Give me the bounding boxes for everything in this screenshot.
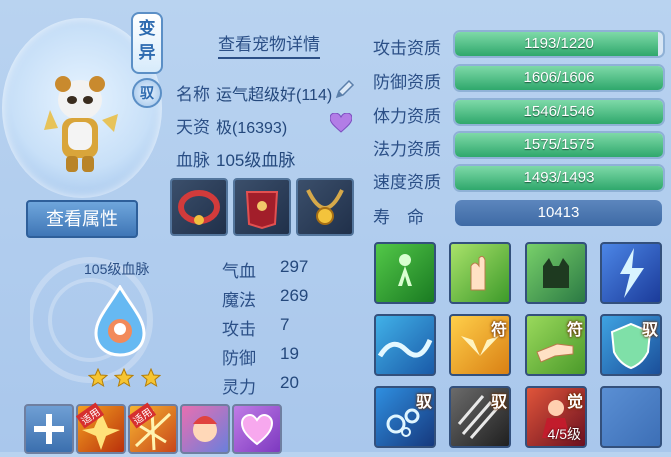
skill-slot-5[interactable] <box>374 314 436 376</box>
stat-value: 7 <box>280 315 290 334</box>
stat-value: 20 <box>280 373 299 392</box>
aptitude-bar-speed: 1493/1493 <box>453 164 665 192</box>
stat-row-mp: 魔法 269 <box>222 286 332 315</box>
aptitude-label: 法力资质 <box>373 140 441 159</box>
skill-slot-12[interactable] <box>600 386 662 448</box>
add-plus-icon <box>34 414 64 444</box>
skill-slot-2[interactable] <box>449 242 511 304</box>
rune-slot-4[interactable] <box>232 404 282 454</box>
stat-row-spirit: 灵力 20 <box>222 373 332 402</box>
aptitude-value: 1493/1493 <box>523 169 595 186</box>
name-value: 运气超级好(114) <box>216 87 333 104</box>
skill-tag: 符 <box>566 322 583 339</box>
stat-label: 防御 <box>222 349 256 368</box>
stat-row-defense: 防御 19 <box>222 344 332 373</box>
skill-tag: 驭 <box>415 394 432 411</box>
aptitude-value: 1193/1220 <box>524 35 594 52</box>
stat-value: 269 <box>280 286 309 305</box>
lightning-icon <box>620 248 644 298</box>
stat-value: 297 <box>280 257 309 276</box>
aptitude-value: 1575/1575 <box>523 136 595 153</box>
mutation-badge-text: 变异 <box>138 19 156 62</box>
equip-slot-2[interactable] <box>233 178 291 236</box>
pet-portrait-icon <box>193 416 217 442</box>
empty-slot-icon <box>602 388 660 446</box>
equip-slot-1[interactable] <box>170 178 228 236</box>
pet-detail-link[interactable]: 查看宠物详情 <box>218 30 320 59</box>
name-label: 名称 <box>176 85 210 104</box>
shadow-cat-icon <box>543 258 569 288</box>
stat-label: 灵力 <box>222 378 256 397</box>
aptitude-label: 防御资质 <box>373 73 441 92</box>
rune-slot-1[interactable]: 适用 <box>75 402 126 454</box>
skill-slot-10[interactable]: 驭 <box>449 386 511 448</box>
green-figure-icon <box>398 254 412 286</box>
aptitude-bar-stamina: 1546/1546 <box>453 98 665 126</box>
bloodline-drop-icon <box>94 285 146 357</box>
skill-tag: 驭 <box>641 322 658 339</box>
star-icon <box>114 367 135 388</box>
skill-slot-3[interactable] <box>525 242 587 304</box>
aptitude-label: 速度资质 <box>373 173 441 192</box>
bloodline-caption: 105级血脉 <box>84 261 150 277</box>
edit-pencil-icon[interactable] <box>334 78 356 100</box>
heart-icon[interactable] <box>330 113 352 133</box>
lifespan-value: 10413 <box>455 200 662 226</box>
stat-label: 魔法 <box>222 291 256 310</box>
bloodline-label: 血脉 <box>176 151 210 170</box>
skill-tag: 符 <box>490 322 507 339</box>
stat-label: 气血 <box>222 262 256 281</box>
driver-badge: 驭 <box>132 78 162 108</box>
skill-slot-4[interactable] <box>600 242 662 304</box>
aptitude-label: 体力资质 <box>373 107 441 126</box>
skill-slot-11[interactable]: 觉 4/5级 <box>525 386 587 448</box>
view-attributes-button[interactable]: 查看属性 <box>26 200 138 238</box>
palm-strike-icon <box>470 255 486 291</box>
aptitude-value: 1606/1606 <box>523 69 595 86</box>
aptitude-label: 攻击资质 <box>373 39 441 58</box>
skill-slot-8[interactable]: 驭 <box>600 314 662 376</box>
heart-gem-icon <box>240 413 274 446</box>
red-armor-icon <box>245 191 279 230</box>
star-rating <box>87 367 162 393</box>
bloodline-value: 105级血脉 <box>216 151 296 170</box>
equip-slot-3[interactable] <box>296 178 354 236</box>
star-icon <box>140 367 162 388</box>
skill-level: 4/5级 <box>547 426 581 442</box>
mutation-badge: 变异 <box>131 12 163 74</box>
stat-row-hp: 气血 297 <box>222 257 332 286</box>
rune-slot-3[interactable] <box>180 404 230 454</box>
stat-row-attack: 攻击 7 <box>222 315 332 344</box>
skill-slot-9[interactable]: 驭 <box>374 386 436 448</box>
skill-slot-7[interactable]: 符 <box>525 314 587 376</box>
aptitude-bar-magic: 1575/1575 <box>453 131 665 159</box>
rune-slot-2[interactable]: 适用 <box>127 402 178 454</box>
gold-necklace-icon <box>306 189 344 225</box>
skill-tag: 驭 <box>490 394 507 411</box>
skill-tag: 觉 <box>566 394 583 411</box>
aptitude-bar-attack: 1193/1220 <box>453 30 665 58</box>
star-icon <box>87 367 109 388</box>
lifespan-label: 寿 命 <box>373 208 424 227</box>
skill-slot-6[interactable]: 符 <box>449 314 511 376</box>
talent-label: 天资 <box>176 118 210 137</box>
red-collar-icon <box>178 190 220 225</box>
stats-list: 气血 297 魔法 269 攻击 7 防御 19 灵力 20 <box>222 257 332 402</box>
talent-value: 极(16393) <box>216 120 288 137</box>
stat-value: 19 <box>280 344 299 363</box>
skill-slot-1[interactable] <box>374 242 436 304</box>
pet-sprite-icon[interactable] <box>40 70 120 180</box>
aptitude-bar-defense: 1606/1606 <box>453 64 665 92</box>
add-slot-button[interactable] <box>24 404 74 454</box>
stat-label: 攻击 <box>222 320 256 339</box>
aptitude-value: 1546/1546 <box>523 103 595 120</box>
water-wave-icon <box>377 338 433 358</box>
